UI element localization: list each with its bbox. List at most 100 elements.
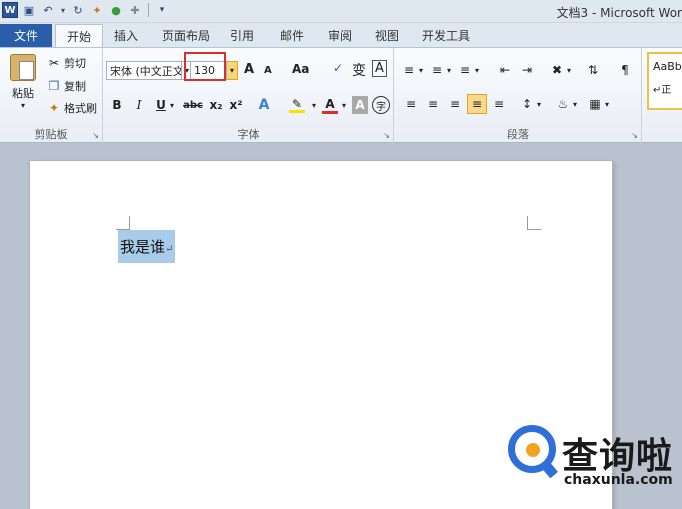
font-name-combo[interactable]: 宋体 (中文正文) (106, 61, 182, 80)
justify-button[interactable]: ≡ (467, 94, 487, 114)
watermark-domain: chaxunla.com (564, 472, 673, 488)
highlight-dropdown-icon[interactable]: ▾ (310, 96, 318, 114)
tab-mailings[interactable]: 邮件 (277, 24, 307, 47)
shrink-font-button[interactable]: A (264, 65, 272, 76)
window-title: 文档3 - Microsoft Wor (556, 6, 682, 20)
clipboard-group: 粘贴 ▾ ✂ 剪切 ❐ 复制 ✦ 格式刷 剪贴板 ↘ (0, 48, 103, 144)
indent-icon: ⇥ (521, 63, 533, 77)
tab-developer[interactable]: 开发工具 (418, 24, 474, 47)
char-border-button[interactable]: A (372, 60, 387, 77)
align-right-icon: ≡ (449, 97, 461, 111)
line-spacing-button[interactable]: ↕ ▾ (519, 96, 541, 112)
word-logo-icon[interactable]: W (2, 2, 18, 18)
bold-button[interactable]: B (110, 96, 124, 114)
highlighter-icon: ✎ (289, 97, 305, 113)
tab-view[interactable]: 视图 (372, 24, 402, 47)
font-size-highlight (184, 52, 226, 81)
show-marks-button[interactable]: ¶ (617, 62, 633, 78)
bullet-list-icon: ≡ (403, 63, 415, 77)
copy-button[interactable]: ❐ 复制 (46, 78, 86, 94)
ribbon-tab-row: 文件 开始 插入 页面布局 引用 邮件 审阅 视图 开发工具 (0, 23, 682, 47)
cut-button[interactable]: ✂ 剪切 (46, 55, 86, 71)
paragraph-launcher-icon[interactable]: ↘ (631, 131, 638, 140)
undo-dropdown-icon[interactable]: ▾ (59, 2, 67, 18)
highlight-button[interactable]: ✎ (288, 96, 306, 114)
format-painter-button[interactable]: ✦ 格式刷 (46, 100, 97, 116)
ribbon: 粘贴 ▾ ✂ 剪切 ❐ 复制 ✦ 格式刷 剪贴板 ↘ 宋体 (中文正文) ▾ 1… (0, 47, 682, 144)
format-painter-label: 格式刷 (64, 102, 97, 115)
tab-insert[interactable]: 插入 (108, 24, 144, 47)
tab-review[interactable]: 审阅 (325, 24, 355, 47)
tab-page-layout[interactable]: 页面布局 (158, 24, 214, 47)
clipboard-launcher-icon[interactable]: ↘ (92, 131, 99, 140)
font-group-label: 字体 (237, 128, 260, 141)
italic-button[interactable]: I (132, 96, 146, 114)
chinese-layout-button[interactable]: ✖ ▾ (549, 62, 571, 78)
underline-dropdown-icon[interactable]: ▾ (168, 96, 176, 114)
scissors-icon: ✂ (48, 56, 60, 70)
paste-button[interactable]: 粘贴 ▾ (6, 52, 40, 110)
subscript-button[interactable]: x₂ (208, 96, 224, 114)
increase-indent-button[interactable]: ⇥ (519, 62, 535, 78)
paintbrush-icon: ✦ (48, 101, 60, 115)
paragraph-group-label: 段落 (507, 128, 529, 141)
paste-icon (10, 54, 36, 81)
color-wheel-icon[interactable]: ● (108, 2, 124, 18)
enclose-char-button[interactable]: 字 (372, 96, 390, 114)
font-launcher-icon[interactable]: ↘ (383, 131, 390, 140)
paragraph-mark-icon: ¶ (621, 63, 629, 77)
justify-icon: ≡ (471, 97, 483, 111)
align-left-icon: ≡ (405, 97, 417, 111)
watermark: 查询啦 chaxunla.com (506, 425, 682, 509)
tab-home[interactable]: 开始 (55, 24, 103, 47)
strikethrough-button[interactable]: abc (183, 96, 203, 114)
tab-file[interactable]: 文件 (0, 24, 52, 47)
style-preview: AaBb (653, 60, 682, 73)
clear-format-icon: ✓ (332, 61, 344, 75)
font-size-dropdown-icon[interactable]: ▾ (227, 61, 238, 80)
sort-icon: ⇅ (587, 63, 599, 77)
format-painter-icon[interactable]: ✦ (89, 2, 105, 18)
decrease-indent-button[interactable]: ⇤ (497, 62, 513, 78)
selected-document-text[interactable]: 我是谁↵ (118, 230, 176, 263)
shading-button[interactable]: ♨ ▾ (555, 96, 577, 112)
document-text: 我是谁 (120, 238, 166, 256)
draw-icon[interactable]: ✚ (127, 2, 143, 18)
font-color-button[interactable]: A (322, 96, 338, 114)
title-bar: W ▣ ↶ ▾ ↻ ✦ ● ✚ ▾ 文档3 - Microsoft Wor (0, 0, 682, 23)
bullets-button[interactable]: ≡ ▾ (401, 62, 423, 78)
change-case-button[interactable]: Aa (292, 62, 309, 76)
paste-dropdown-icon[interactable]: ▾ (21, 101, 25, 110)
text-effects-button[interactable]: A (256, 96, 272, 114)
grow-font-button[interactable]: A (244, 62, 254, 77)
customize-qat-icon[interactable]: ▾ (154, 2, 170, 18)
copy-icon: ❐ (48, 79, 60, 93)
font-color-dropdown-icon[interactable]: ▾ (340, 96, 348, 114)
redo-icon[interactable]: ↻ (70, 2, 86, 18)
save-icon[interactable]: ▣ (21, 2, 37, 18)
undo-icon[interactable]: ↶ (40, 2, 56, 18)
paste-label: 粘贴 (12, 87, 34, 100)
quick-access-toolbar: W ▣ ↶ ▾ ↻ ✦ ● ✚ ▾ (2, 2, 170, 18)
phonetic-guide-button[interactable]: 变 (352, 60, 366, 80)
paint-bucket-icon: ♨ (557, 97, 569, 111)
copy-label: 复制 (64, 80, 86, 93)
tab-references[interactable]: 引用 (227, 24, 257, 47)
clear-format-button[interactable]: ✓ (330, 60, 346, 76)
align-left-button[interactable]: ≡ (403, 96, 419, 112)
align-center-icon: ≡ (427, 97, 439, 111)
style-normal[interactable]: AaBb ↵正 (647, 52, 682, 110)
numbering-button[interactable]: ≡ ▾ (429, 62, 451, 78)
sort-button[interactable]: ⇅ (585, 62, 601, 78)
borders-button[interactable]: ▦ ▾ (587, 96, 609, 112)
align-right-button[interactable]: ≡ (447, 96, 463, 112)
align-center-button[interactable]: ≡ (425, 96, 441, 112)
char-shading-button[interactable]: A (352, 96, 368, 114)
paragraph-mark-icon: ↵ (165, 244, 174, 255)
underline-button[interactable]: U (154, 96, 168, 114)
clipboard-group-label: 剪贴板 (34, 128, 68, 141)
multilevel-list-button[interactable]: ≡ ▾ (457, 62, 479, 78)
paragraph-group: ≡ ▾ ≡ ▾ ≡ ▾ ⇤ ⇥ ✖ ▾ ⇅ ¶ ≡ ≡ ≡ ≡ ≡ ↕ ▾ ♨ ▾ ▦ ▾ 段… (395, 48, 642, 144)
superscript-button[interactable]: x² (228, 96, 244, 114)
distributed-button[interactable]: ≡ (491, 96, 507, 112)
